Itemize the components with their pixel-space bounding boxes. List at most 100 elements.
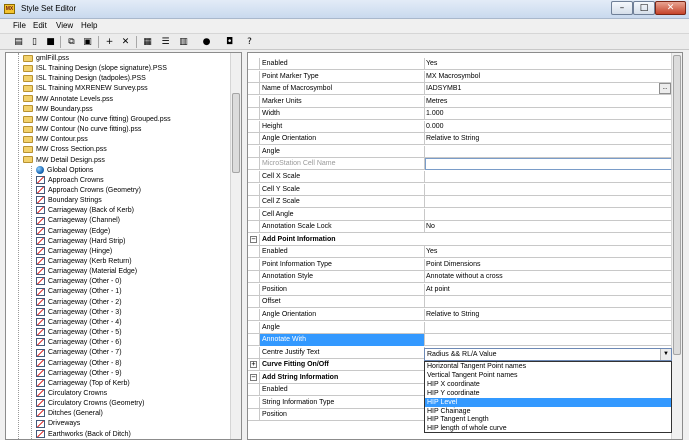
tree-style-item[interactable]: Carriageway (Other - 8) bbox=[36, 358, 122, 369]
property-row[interactable]: Point Information Type Point Dimensions bbox=[248, 258, 672, 271]
tree-folder-item[interactable]: MW Contour.pss bbox=[23, 135, 88, 145]
property-value[interactable]: MX Macrosymbol bbox=[425, 71, 672, 83]
dropdown-option[interactable]: Horizontal Tangent Point names bbox=[425, 362, 671, 371]
tree-style-item[interactable]: Earthworks (Back of Ditch) bbox=[36, 429, 131, 439]
tree-style-item[interactable]: Carriageway (Material Edge) bbox=[36, 267, 137, 277]
dropdown-option[interactable]: Vertical Tangent Point names bbox=[425, 371, 671, 380]
property-value[interactable] bbox=[425, 184, 672, 196]
property-row[interactable]: Annotation Style Annotate without a cross bbox=[248, 271, 672, 284]
property-row[interactable]: Annotation Scale Lock No bbox=[248, 221, 672, 234]
property-row[interactable]: Angle Orientation Relative to String bbox=[248, 309, 672, 321]
browse-button[interactable]: ... bbox=[659, 83, 671, 95]
dropdown-option[interactable]: HIP X coordinate bbox=[425, 380, 671, 389]
tree-style-item[interactable]: Circulatory Crowns (Geometry) bbox=[36, 399, 144, 409]
dropdown-option[interactable]: HIP Level bbox=[425, 397, 671, 407]
tree-folder-item[interactable]: MW Detail Design.pss bbox=[23, 156, 105, 166]
property-row[interactable]: Cell Z Scale bbox=[248, 196, 672, 209]
property-row[interactable]: Enabled Yes bbox=[248, 58, 672, 70]
tree-style-item[interactable]: Carriageway (Other - 2) bbox=[36, 297, 122, 308]
tree-folder-item[interactable]: MW Annotate Levels.pss bbox=[23, 95, 113, 105]
annotate-with-combo[interactable]: Radius && RL/A Value ▼ bbox=[424, 348, 672, 361]
property-value[interactable] bbox=[425, 196, 672, 208]
tree-folder-item[interactable]: MW Boundary.pss bbox=[23, 105, 93, 115]
tree-folder-item[interactable]: MW Cross Section.pss bbox=[23, 145, 107, 155]
property-value[interactable]: IADSYMB1 bbox=[425, 83, 672, 95]
property-value[interactable] bbox=[425, 334, 672, 346]
help-icon[interactable]: ? bbox=[243, 36, 256, 48]
chevron-down-icon[interactable]: ▼ bbox=[660, 349, 671, 360]
property-value[interactable] bbox=[425, 171, 672, 183]
property-row[interactable]: Name of Macrosymbol IADSYMB1... bbox=[248, 83, 672, 96]
property-value-input[interactable] bbox=[425, 158, 672, 171]
property-value[interactable]: Yes bbox=[425, 58, 672, 70]
menu-view[interactable]: View bbox=[56, 21, 73, 30]
tree-style-item[interactable]: Driveways bbox=[36, 419, 80, 429]
property-value[interactable]: 1.000 bbox=[425, 108, 672, 120]
grid-scrollbar[interactable] bbox=[671, 53, 682, 439]
add-icon[interactable]: + bbox=[103, 36, 116, 48]
tree-style-item[interactable]: Carriageway (Channel) bbox=[36, 216, 120, 226]
property-row[interactable]: Point Marker Type MX Macrosymbol bbox=[248, 70, 672, 83]
grid-scroll-thumb[interactable] bbox=[673, 55, 681, 355]
menu-edit[interactable]: Edit bbox=[33, 21, 47, 30]
dropdown-option[interactable]: HIP Chainage bbox=[425, 407, 671, 416]
property-value[interactable] bbox=[425, 296, 672, 308]
tree-style-item[interactable]: Ditches (General) bbox=[36, 409, 103, 419]
tree-folder-item[interactable]: ISL Training Design (slope signature).PS… bbox=[23, 64, 167, 74]
property-row[interactable]: Cell X Scale bbox=[248, 170, 672, 183]
property-row[interactable]: Offset bbox=[248, 296, 672, 309]
tree-scrollbar[interactable] bbox=[230, 53, 241, 439]
property-value[interactable] bbox=[425, 209, 672, 221]
tree-global-options-item[interactable]: Global Options bbox=[36, 165, 93, 176]
tree-folder-item[interactable]: MW Contour (No curve fitting) Grouped.ps… bbox=[23, 115, 171, 125]
tree-style-item[interactable]: Approach Crowns bbox=[36, 175, 104, 186]
property-row[interactable]: PositionAt point bbox=[248, 283, 672, 296]
tree-style-item[interactable]: Carriageway (Hinge) bbox=[36, 247, 112, 257]
tree-style-item[interactable]: Carriageway (Kerb Return) bbox=[36, 257, 132, 267]
property-value[interactable]: 0.000 bbox=[425, 121, 672, 133]
open-folder-icon[interactable]: ▤ bbox=[12, 36, 25, 48]
property-row[interactable]: Cell Y Scale bbox=[248, 183, 672, 196]
tree-style-item[interactable]: Carriageway (Other - 5) bbox=[36, 328, 122, 338]
property-value[interactable]: Relative to String bbox=[425, 133, 672, 145]
expand-icon[interactable]: + bbox=[250, 361, 257, 369]
dropdown-option[interactable]: HIP length of whole curve bbox=[425, 424, 671, 432]
property-value[interactable]: Relative to String bbox=[425, 309, 672, 321]
list-icon[interactable]: ☰ bbox=[159, 36, 172, 48]
property-row[interactable]: Height 0.000 bbox=[248, 120, 672, 133]
property-row[interactable]: Annotate With bbox=[248, 334, 672, 347]
property-row[interactable]: Angle Orientation Relative to String bbox=[248, 133, 672, 146]
property-value[interactable]: Annotate without a cross bbox=[425, 271, 672, 283]
tree-style-item[interactable]: Carriageway (Hard Strip) bbox=[36, 236, 125, 247]
property-value[interactable]: No bbox=[425, 221, 672, 233]
monitor-icon[interactable]: ◘ bbox=[223, 36, 236, 48]
property-value[interactable]: Point Dimensions bbox=[425, 259, 672, 271]
grid-icon[interactable]: ▥ bbox=[177, 36, 190, 48]
copy-icon[interactable]: ⧉ bbox=[65, 36, 78, 48]
tree-style-item[interactable]: Carriageway (Other - 1) bbox=[36, 287, 122, 297]
tree-style-item[interactable]: Carriageway (Other - 3) bbox=[36, 307, 122, 318]
property-row[interactable]: Enabled Yes bbox=[248, 246, 672, 259]
minimize-button[interactable]: – bbox=[611, 1, 633, 15]
menu-file[interactable]: File bbox=[13, 21, 26, 30]
property-value[interactable] bbox=[425, 322, 672, 334]
save-icon[interactable]: ■ bbox=[44, 36, 57, 48]
tree-style-item[interactable]: Carriageway (Top of Kerb) bbox=[36, 378, 130, 389]
paste-icon[interactable]: ▣ bbox=[81, 36, 94, 48]
delete-icon[interactable]: ✕ bbox=[119, 36, 132, 48]
dropdown-option[interactable]: HIP Tangent Length bbox=[425, 415, 671, 424]
property-row[interactable]: Cell Angle bbox=[248, 208, 672, 221]
property-value[interactable]: Yes bbox=[425, 246, 672, 258]
collapse-icon[interactable]: − bbox=[250, 373, 257, 381]
property-row[interactable]: Angle bbox=[248, 321, 672, 334]
tree-style-item[interactable]: Carriageway (Other - 0) bbox=[36, 277, 122, 287]
tree-folder-item[interactable]: gmlFill.pss bbox=[23, 54, 69, 64]
tree-folder-item[interactable]: ISL Training MXRENEW Survey.pss bbox=[23, 84, 148, 94]
tree-scroll-thumb[interactable] bbox=[232, 93, 240, 173]
tree-style-item[interactable]: Carriageway (Other - 7) bbox=[36, 348, 122, 358]
collapse-icon[interactable]: − bbox=[250, 235, 257, 243]
maximize-button[interactable]: □ bbox=[633, 1, 655, 15]
globe-icon[interactable]: ● bbox=[200, 36, 213, 48]
property-value[interactable] bbox=[425, 146, 672, 158]
style-set-tree[interactable]: gmlFill.pss ISL Training Design (slope si… bbox=[5, 52, 242, 440]
